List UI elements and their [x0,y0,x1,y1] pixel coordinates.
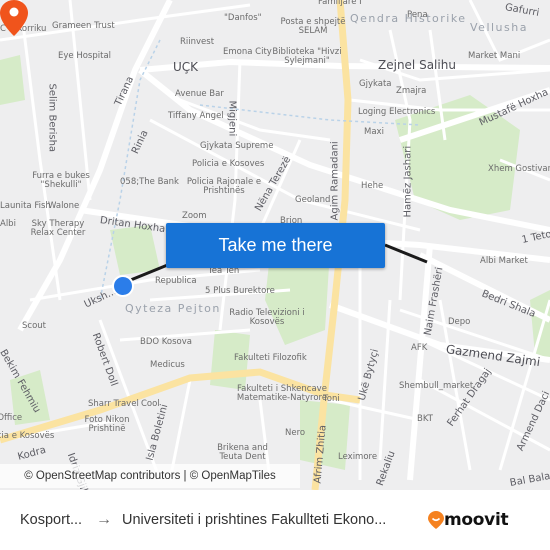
poi-label: Biblioteka "Hivzi Sylejmani" [272,47,342,67]
poi-label: Xhem Gostivari [488,164,550,174]
poi-label: 5 Plus Burektore [205,286,275,296]
poi-label: Posta e shpejtë SELAM [280,17,346,37]
park [0,55,25,105]
poi-label: Furra e bukes "Shekulli" [32,171,90,191]
poi-label: Hehe [361,181,384,191]
poi-label: Republica [155,276,197,286]
poi-label: Medicus [150,360,185,370]
district-label: Vellusha [470,21,528,34]
map[interactable]: Qendra Historike Vellusha Qyteza Pejton … [0,0,550,490]
poi-label: Walone [48,201,80,211]
district-label: Qyteza Pejton [125,302,221,315]
origin-marker[interactable] [112,275,134,297]
poi-label: BKT [417,414,433,424]
poi-label: Leximore [338,452,378,462]
street-label: Migjeni [226,100,238,137]
poi-label: Riinvest [180,37,215,47]
poi-label: Shembull_market [399,381,474,391]
moovit-pin-icon [428,511,444,529]
moovit-logo[interactable]: moovit [428,510,509,530]
poi-label: Emona City [223,47,272,57]
poi-label: Sky Therapy Relax Center [30,219,86,239]
road-naim-frasheri [407,244,433,481]
poi-label: Sharr Travel [88,399,139,409]
poi-label: Eye Hospital [58,51,112,61]
poi-label: Brikena and Teuta Dent [217,443,268,463]
poi-label: Launita Fish [0,201,51,211]
poi-label: Cool [141,399,160,409]
poi-label: Albi Market [480,256,528,266]
poi-label: Toni [323,394,340,404]
park [530,290,550,360]
poi-label: Foto Nikon Prishtinë [84,415,130,435]
poi-label: Familjare I [318,0,362,7]
poi-label: Zmajra [396,86,427,96]
poi-label: Pena [407,10,428,20]
poi-label: Loging Electronics [358,107,436,117]
take-me-there-button[interactable]: Take me there [166,223,385,268]
poi-label: 058;The Bank [120,177,179,187]
poi-label: Market Mani [468,51,521,61]
poi-label: Tiffany Angel [168,111,224,121]
poi-label: Nero [285,428,306,438]
poi-label: Scout [22,321,46,331]
poi-label: Field Office [0,413,23,423]
poi-label: Gjykata Supreme [200,141,274,151]
poi-label: AFK [411,343,428,353]
poi-label: Gjykata [359,79,392,89]
poi-label: Depo [448,317,471,327]
street-label: Zejnel Salihu [378,58,456,72]
destination-stop-name: Universiteti i prishtines Fakullteti Eko… [122,512,387,528]
destination-pin-icon[interactable] [0,0,28,36]
poi-label: Geoland [295,195,331,205]
poi-label: Radio Televizioni i Kosovës [229,308,305,328]
poi-label: Fakulteti Filozofik [234,353,307,363]
footer-bar: Kosport... → Universiteti i prishtines F… [0,490,550,550]
street-label: Agim Ramadani [329,141,341,221]
poi-label: Policia e Kosovës [0,431,55,441]
poi-label: "Danfos" [224,13,262,23]
street-label: Selim Berisha [46,83,58,153]
street-label: UÇK [173,60,199,74]
poi-label: Albi [0,219,16,229]
poi-label: Zoom [182,211,207,221]
poi-label: Maxi [364,127,384,137]
moovit-wordmark: moovit [444,510,509,530]
origin-stop-name: Kosport... [20,512,83,528]
arrow-right-icon: → [96,511,112,528]
poi-label: BDO Kosova [140,337,192,347]
poi-label: Grameen Trust [52,21,115,31]
poi-label: Policia Rajonale e Prishtinës [186,177,262,197]
map-attribution[interactable]: © OpenStreetMap contributors | © OpenMap… [0,464,300,488]
poi-label: Policia e Kosoves [192,159,265,169]
poi-label: Avenue Bar [175,89,224,99]
poi-label: Tea Ten [208,266,240,276]
street-label: Hamëz Jashari [402,145,414,218]
